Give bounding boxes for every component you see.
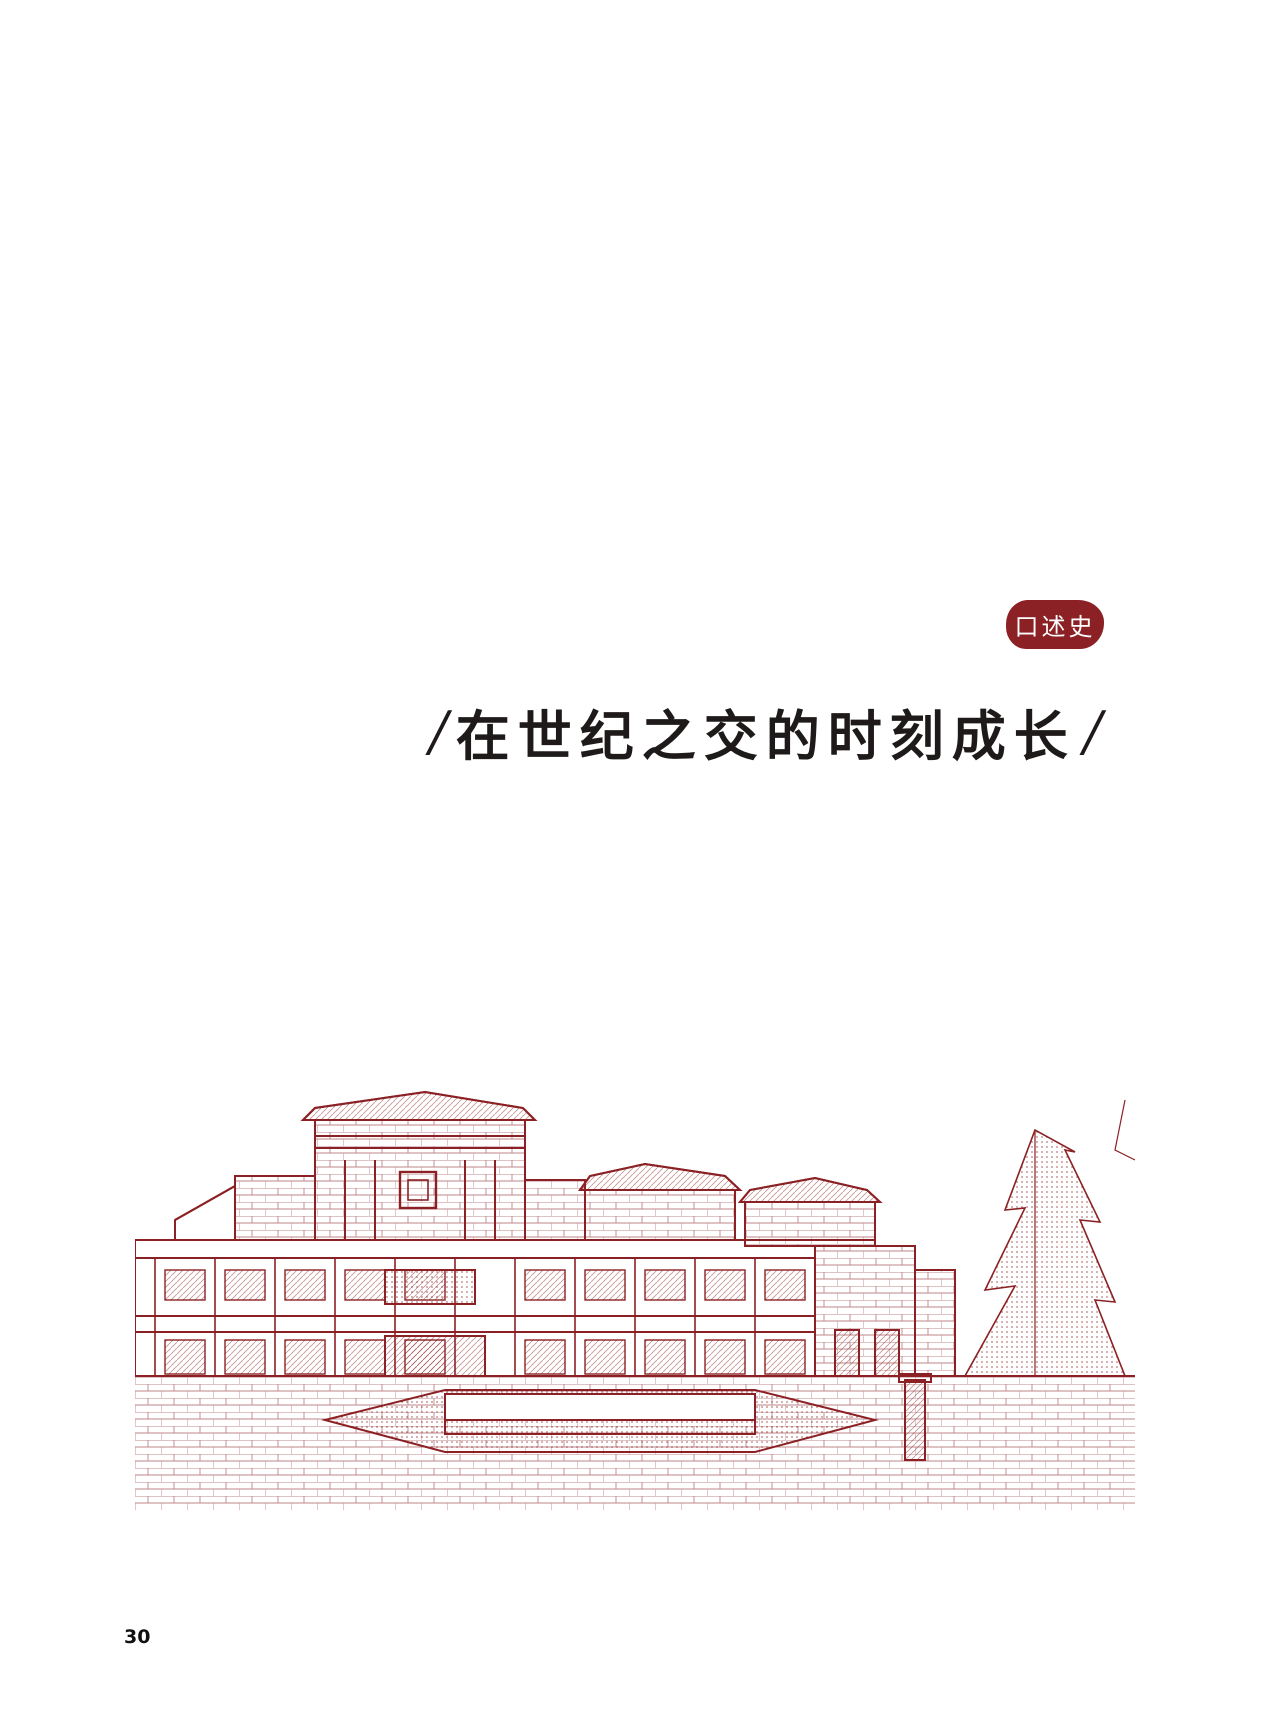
section-badge: 口述史	[1006, 600, 1104, 649]
page-title: / 在世纪之交的时刻成长 /	[380, 686, 1110, 776]
section-badge-label: 口述史	[1014, 613, 1096, 641]
page-number: 30	[124, 1626, 151, 1648]
title-slash-left: /	[429, 699, 448, 763]
building-sketch-icon	[135, 1090, 1135, 1510]
title-slash-right: /	[1083, 699, 1102, 763]
title-text: 在世纪之交的时刻成长	[455, 703, 1076, 768]
